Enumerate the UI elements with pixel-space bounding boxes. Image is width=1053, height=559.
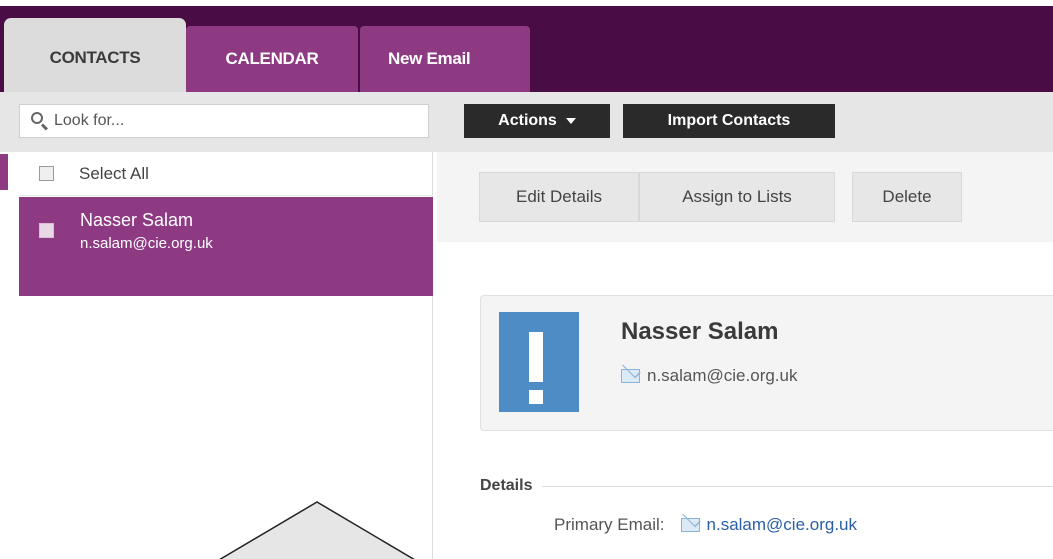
select-all-checkbox[interactable]: [39, 166, 54, 181]
tab-calendar[interactable]: CALENDAR: [186, 26, 358, 92]
tab-new-email[interactable]: New Email: [360, 26, 530, 92]
search-input[interactable]: [54, 112, 414, 130]
contact-list: Select All Nasser Salam n.salam@cie.org.…: [19, 152, 433, 559]
search-bar: [0, 92, 437, 152]
top-tab-bar: CONTACTS CALENDAR New Email: [0, 0, 1053, 92]
delete-button[interactable]: Delete: [852, 172, 962, 222]
import-contacts-button[interactable]: Import Contacts: [623, 104, 835, 138]
details-header: Details: [480, 477, 1053, 495]
search-icon: [30, 111, 50, 131]
details-title: Details: [480, 477, 533, 494]
toolbar: Actions Import Contacts: [437, 92, 1053, 152]
search-box[interactable]: [19, 104, 429, 138]
contact-action-bar: Edit Details Assign to Lists Delete: [437, 152, 1053, 242]
divider: [542, 485, 1053, 487]
contact-card: Nasser Salam n.salam@cie.org.uk: [480, 295, 1053, 431]
select-all-row[interactable]: Select All: [19, 152, 433, 196]
contacts-sidebar: Select All Nasser Salam n.salam@cie.org.…: [0, 92, 437, 559]
contact-email: n.salam@cie.org.uk: [80, 235, 213, 252]
primary-email-row: Primary Email: n.salam@cie.org.uk: [554, 515, 857, 535]
assign-to-lists-button[interactable]: Assign to Lists: [639, 172, 835, 222]
primary-email-link[interactable]: n.salam@cie.org.uk: [707, 515, 858, 535]
details-section: Details Primary Email: n.salam@cie.org.u…: [480, 477, 1053, 534]
list-item[interactable]: Nasser Salam n.salam@cie.org.uk: [19, 197, 433, 296]
edit-details-button[interactable]: Edit Details: [479, 172, 639, 222]
select-all-label: Select All: [79, 163, 149, 183]
mail-icon: [621, 369, 640, 383]
primary-email-label: Primary Email:: [554, 515, 665, 534]
tab-contacts[interactable]: CONTACTS: [4, 18, 186, 92]
caret-down-icon: [565, 118, 576, 124]
avatar: [499, 312, 579, 412]
contact-name: Nasser Salam: [80, 210, 194, 230]
mail-icon: [680, 518, 700, 532]
contact-card-email: n.salam@cie.org.uk: [647, 366, 798, 385]
tooltip-pointer: [219, 501, 415, 559]
contact-detail-pane: Actions Import Contacts Edit Details Ass…: [437, 92, 1053, 559]
actions-button[interactable]: Actions: [464, 104, 610, 138]
actions-label: Actions: [498, 112, 557, 129]
selection-indicator: [0, 152, 19, 196]
contact-card-email-row: n.salam@cie.org.uk: [621, 366, 798, 386]
contact-checkbox[interactable]: [39, 223, 54, 238]
contact-card-name: Nasser Salam: [621, 318, 779, 345]
